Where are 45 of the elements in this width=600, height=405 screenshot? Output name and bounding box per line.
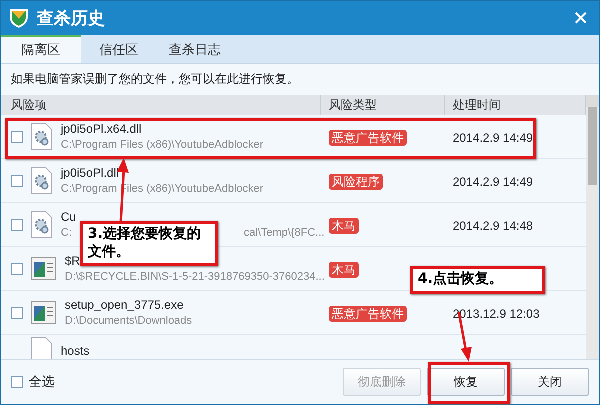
file-path: D:\Documents\Downloads	[65, 315, 192, 327]
scrollbar[interactable]	[586, 95, 599, 359]
file-name: $R	[65, 254, 80, 268]
file-name: setup_open_3775.exe	[65, 298, 184, 312]
select-all-checkbox[interactable]	[11, 376, 23, 388]
file-name: jp0i5oPl.x64.dll	[61, 122, 142, 136]
file-name: jp0i5oPl.dll	[61, 166, 120, 180]
risk-type-badge: 恶意广告软件	[329, 130, 407, 146]
file-path: C:\Program Files (x86)\YoutubeAdblocker	[61, 139, 264, 151]
file-path: D:\$RECYCLE.BIN\S-1-5-21-3918769350-3760234...	[65, 271, 325, 283]
gear-file-icon	[31, 122, 53, 150]
checkbox[interactable]	[11, 306, 23, 318]
risk-type-badge: 恶意广告软件	[329, 306, 407, 322]
column-header: 风险类型	[321, 95, 445, 115]
risk-type-badge: 木马	[329, 262, 359, 278]
window-file-icon	[31, 300, 57, 324]
select-all-label[interactable]: 全选	[29, 373, 55, 391]
process-time: 2014.2.9 14:49	[453, 131, 534, 145]
shield-logo-icon	[9, 7, 29, 29]
process-time: 2014.2.9 14:49	[453, 175, 534, 189]
close-icon	[575, 12, 587, 24]
tab[interactable]: 隔离区	[1, 35, 81, 63]
callout-note: 3.选择您要恢复的文件。	[80, 221, 218, 266]
tab[interactable]: 信任区	[81, 35, 157, 63]
action-button[interactable]: 关闭	[511, 368, 589, 396]
window-title: 查杀历史	[37, 8, 105, 30]
file-path: cal\Temp\{8FC...	[244, 227, 325, 239]
tab[interactable]: 查杀日志	[157, 35, 233, 63]
checkbox[interactable]	[11, 130, 23, 142]
file-name: Cu	[61, 210, 76, 224]
file-path: C:	[61, 227, 72, 239]
risk-type-badge: 风险程序	[329, 174, 383, 190]
action-button[interactable]: 恢复	[427, 368, 505, 396]
checkbox[interactable]	[11, 174, 23, 186]
column-header: 风险项	[1, 95, 321, 115]
info-text: 如果电脑管家误删了您的文件，您可以在此进行恢复。	[10, 71, 300, 88]
checkbox[interactable]	[11, 262, 23, 274]
process-time: 2014.2.9 14:48	[453, 219, 534, 233]
checkbox[interactable]	[11, 218, 23, 230]
risk-type-badge: 木马	[329, 218, 359, 234]
file-name: hosts	[61, 344, 90, 358]
callout-note: 4.点击恢复。	[410, 266, 545, 294]
gear-file-icon	[31, 210, 53, 238]
window-file-icon	[31, 256, 57, 280]
gear-file-icon	[31, 166, 53, 194]
